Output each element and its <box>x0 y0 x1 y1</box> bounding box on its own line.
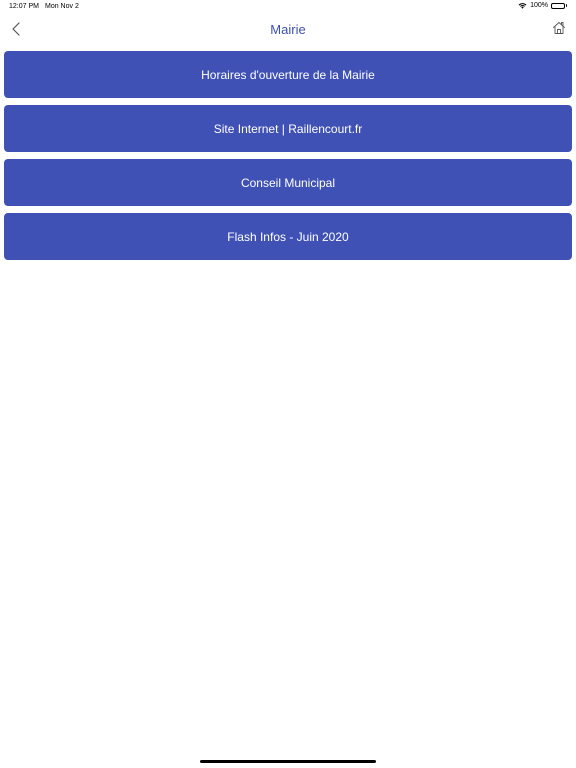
menu-item-site-internet[interactable]: Site Internet | Raillencourt.fr <box>4 105 572 152</box>
menu-item-label: Horaires d'ouverture de la Mairie <box>201 67 375 82</box>
home-icon <box>552 21 566 40</box>
menu-list: Horaires d'ouverture de la Mairie Site I… <box>4 51 572 267</box>
nav-bar: Mairie <box>0 14 576 48</box>
wifi-icon <box>518 2 527 9</box>
status-time: 12:07 PM <box>9 3 39 10</box>
page-title: Mairie <box>270 22 306 37</box>
menu-item-label: Flash Infos - Juin 2020 <box>227 229 349 244</box>
menu-item-conseil-municipal[interactable]: Conseil Municipal <box>4 159 572 206</box>
status-indicators: 100% <box>518 2 567 9</box>
menu-item-flash-infos[interactable]: Flash Infos - Juin 2020 <box>4 213 572 260</box>
home-button[interactable] <box>550 21 568 39</box>
status-bar: 12:07 PM Mon Nov 2 100% <box>0 0 576 14</box>
menu-item-label: Conseil Municipal <box>240 175 336 190</box>
app-screen: 12:07 PM Mon Nov 2 100% Mairie Horaires … <box>0 0 576 768</box>
menu-item-label: Site Internet | Raillencourt.fr <box>213 121 363 136</box>
status-date: Mon Nov 2 <box>45 3 79 10</box>
battery-percent: 100% <box>530 2 548 9</box>
battery-icon <box>551 2 567 9</box>
home-indicator[interactable] <box>200 760 376 763</box>
menu-item-horaires[interactable]: Horaires d'ouverture de la Mairie <box>4 51 572 98</box>
